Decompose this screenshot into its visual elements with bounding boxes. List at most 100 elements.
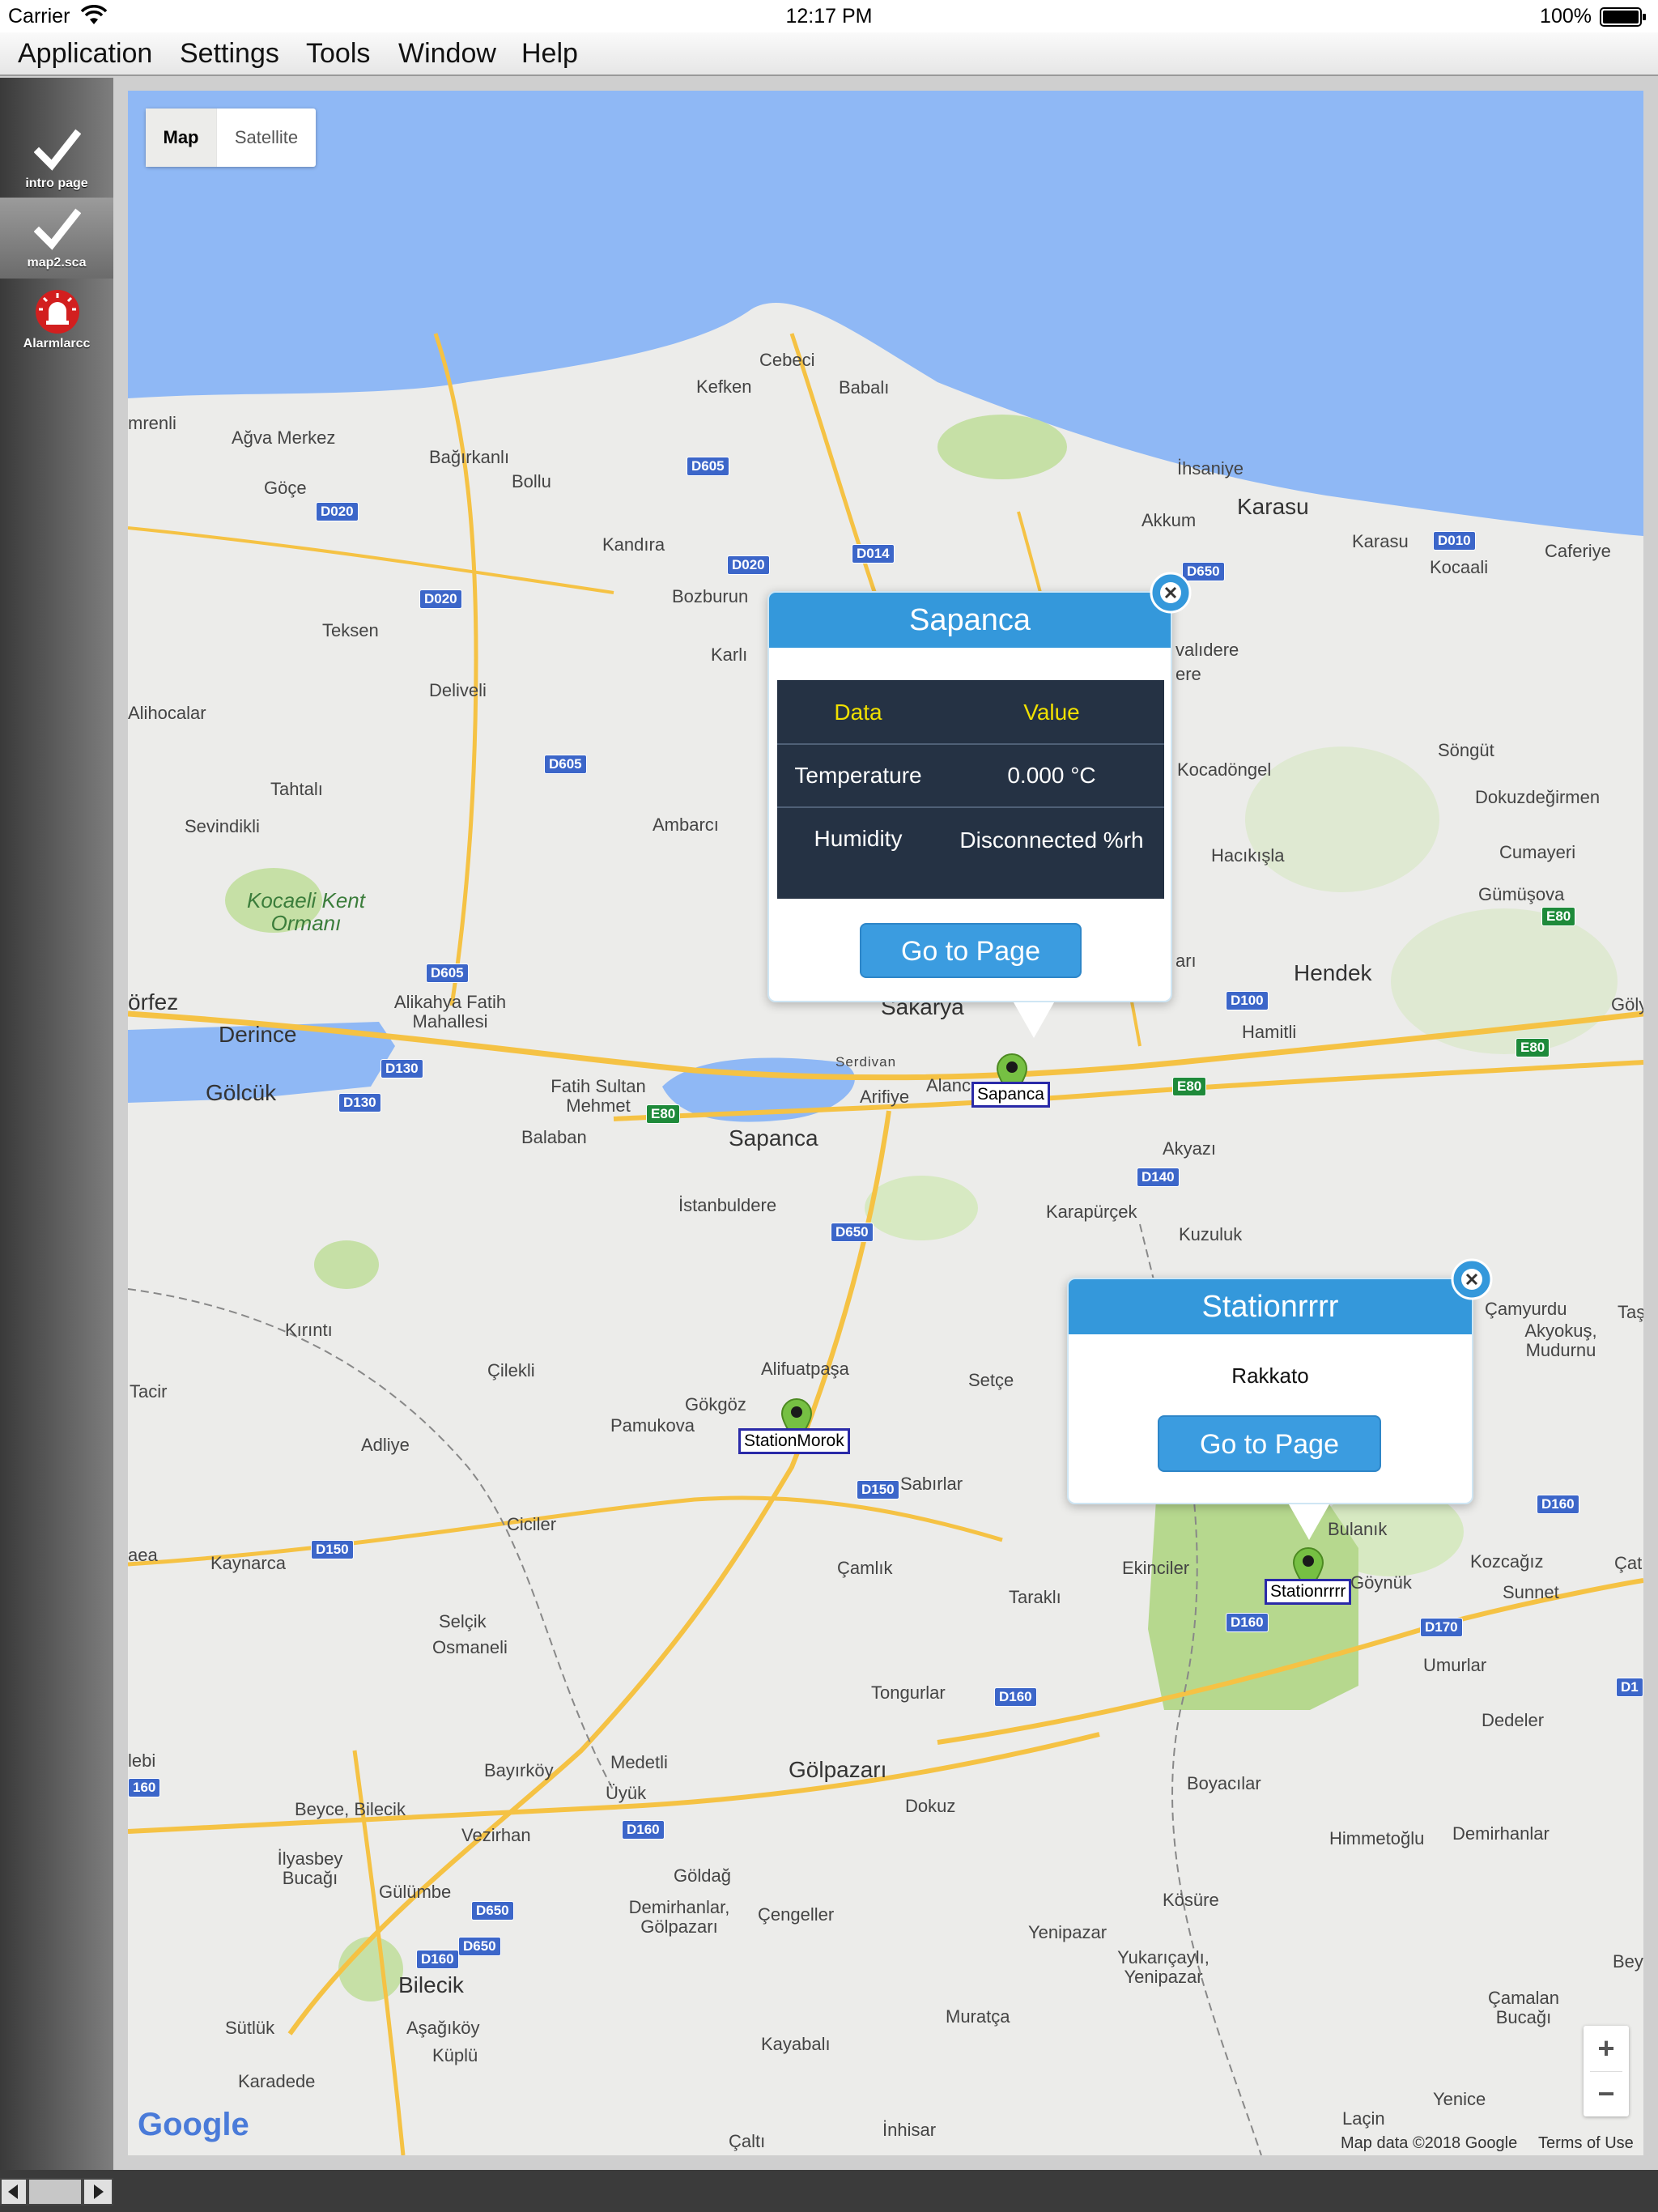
place-label: Babalı (839, 377, 890, 398)
place-label: Gölcük (206, 1080, 277, 1105)
road-shield: D130 (338, 1093, 381, 1112)
place-label: Kocadöngel (1177, 759, 1272, 780)
info-popup-stationrrrr: Stationrrrr Rakkato Go to Page (1067, 1258, 1493, 1540)
road-shield: D160 (1537, 1495, 1579, 1514)
map-view[interactable]: Map Satellite Cebeci Kefken Babalı mrenl… (128, 91, 1643, 2155)
place-label: Derince (219, 1022, 297, 1047)
marker-label-sapanca[interactable]: Sapanca (971, 1082, 1050, 1108)
place-label: Göynük (1350, 1572, 1412, 1593)
road-shield: D650 (831, 1223, 874, 1242)
place-label: Küplü (432, 2045, 478, 2065)
place-label: Yenice (1433, 2089, 1486, 2109)
road-shield: D650 (458, 1937, 501, 1956)
road-shield: D130 (380, 1059, 423, 1078)
place-label: Osmaneli (432, 1637, 508, 1657)
scroll-left-button[interactable] (0, 2178, 28, 2206)
place-label: Cebeci (759, 350, 815, 370)
place-label: Çilekli (487, 1360, 535, 1380)
sidebar-item-alarms[interactable]: Alarmlarcc (0, 279, 113, 359)
road-shield: D605 (426, 963, 469, 983)
place-label: Arifiye (860, 1087, 910, 1107)
place-label: İlyasbey Bucağı (277, 1848, 343, 1888)
marker-label-stationmorok[interactable]: StationMorok (738, 1428, 850, 1454)
road-shield: D100 (1226, 991, 1269, 1010)
place-label: Adliye (361, 1435, 410, 1455)
road-shield: D140 (1137, 1168, 1180, 1187)
road-shield: 160 (128, 1778, 161, 1797)
place-label: İstanbuldere (678, 1195, 777, 1215)
menu-tools[interactable]: Tools (298, 37, 378, 70)
sidebar-item-label: intro page (25, 177, 88, 190)
status-bar: Carrier 12:17 PM 100% (0, 0, 1658, 32)
road-shield: D020 (316, 502, 359, 521)
terms-of-use-link[interactable]: Terms of Use (1538, 2134, 1634, 2153)
place-label: Balaban (521, 1127, 587, 1147)
scroll-right-button[interactable] (83, 2178, 113, 2206)
place-label: Kırıntı (285, 1320, 333, 1340)
place-label: Çaltı (729, 2131, 766, 2151)
bottom-bar (0, 2170, 1658, 2212)
sidebar-item-map2[interactable]: map2.sca (0, 198, 113, 279)
checkmark-icon (34, 129, 81, 171)
place-label: Selçik (439, 1611, 487, 1631)
road-shield: D160 (994, 1687, 1037, 1707)
place-label: Pamukova (610, 1415, 695, 1436)
go-to-page-button[interactable]: Go to Page (860, 923, 1082, 978)
menu-settings[interactable]: Settings (172, 37, 287, 70)
map-type-satellite-button[interactable]: Satellite (217, 108, 316, 167)
alarm-siren-icon (36, 290, 79, 334)
marker-label-stationrrrr[interactable]: Stationrrrr (1265, 1579, 1352, 1605)
road-shield: D170 (1420, 1618, 1463, 1637)
place-label: Demirhanlar, Gölpazarı (628, 1897, 730, 1937)
zoom-in-button[interactable]: + (1584, 2026, 1629, 2071)
place-label: İnhisar (882, 2120, 937, 2140)
table-cell-data: Humidity (814, 826, 903, 851)
road-shield: D020 (419, 589, 462, 609)
menu-help[interactable]: Help (513, 37, 586, 70)
data-table: Data Value Temperature 0.000 °C Humidity… (777, 680, 1164, 899)
menu-application[interactable]: Application (10, 37, 160, 70)
place-label: Kaynarca (210, 1553, 286, 1573)
place-label: Dedeler (1482, 1710, 1545, 1730)
road-shield: E80 (1172, 1077, 1207, 1096)
place-label: Alikahya Fatih Mahallesi (393, 992, 507, 1032)
road-shield: D160 (1226, 1613, 1269, 1632)
zoom-out-button[interactable]: − (1584, 2071, 1629, 2116)
place-label: Bilecik (398, 1972, 464, 1997)
place-label: Ambarcı (653, 815, 719, 835)
place-label: Gülümbe (379, 1882, 452, 1902)
place-label: Kösüre (1163, 1890, 1219, 1910)
map-type-control: Map Satellite (146, 108, 316, 167)
place-label: Çengeller (758, 1904, 835, 1925)
close-icon[interactable] (1451, 1258, 1493, 1300)
place-label: valıdere (1175, 640, 1239, 660)
place-label: Alihocalar (128, 703, 206, 723)
place-label: Alifuatpaşa (761, 1359, 849, 1379)
place-label: Sabırlar (900, 1474, 963, 1494)
place-label: Kandıra (602, 534, 665, 555)
road-shield: E80 (1541, 907, 1576, 926)
place-label: Hamitli (1242, 1022, 1297, 1042)
place-label: Umurlar (1423, 1655, 1487, 1675)
road-shield: D014 (852, 544, 895, 564)
road-shield: D1 (1616, 1678, 1643, 1697)
chevron-right-icon (94, 2184, 104, 2199)
place-label: Yukarıçaylı, Yenipazar (1117, 1947, 1209, 1987)
place-label: Akkum (1141, 510, 1197, 530)
go-to-page-button[interactable]: Go to Page (1158, 1415, 1381, 1472)
place-label: Üyük (606, 1783, 647, 1803)
sidebar-item-label: Alarmlarcc (23, 337, 91, 351)
road-shield: D650 (471, 1901, 514, 1921)
place-label: Kayabalı (761, 2034, 831, 2054)
place-label: Söngüt (1438, 740, 1494, 760)
place-label: Tahtalı (270, 779, 323, 799)
close-icon[interactable] (1150, 572, 1192, 614)
scroll-track[interactable] (28, 2178, 83, 2206)
place-label: Demirhanlar (1452, 1823, 1550, 1844)
place-label: Gümüşova (1478, 884, 1565, 904)
map-type-map-button[interactable]: Map (146, 108, 217, 167)
place-label: Göldağ (674, 1865, 731, 1886)
menu-window[interactable]: Window (390, 37, 504, 70)
place-label: Dokuz (905, 1796, 956, 1816)
sidebar-item-intro-page[interactable]: intro page (0, 118, 113, 199)
